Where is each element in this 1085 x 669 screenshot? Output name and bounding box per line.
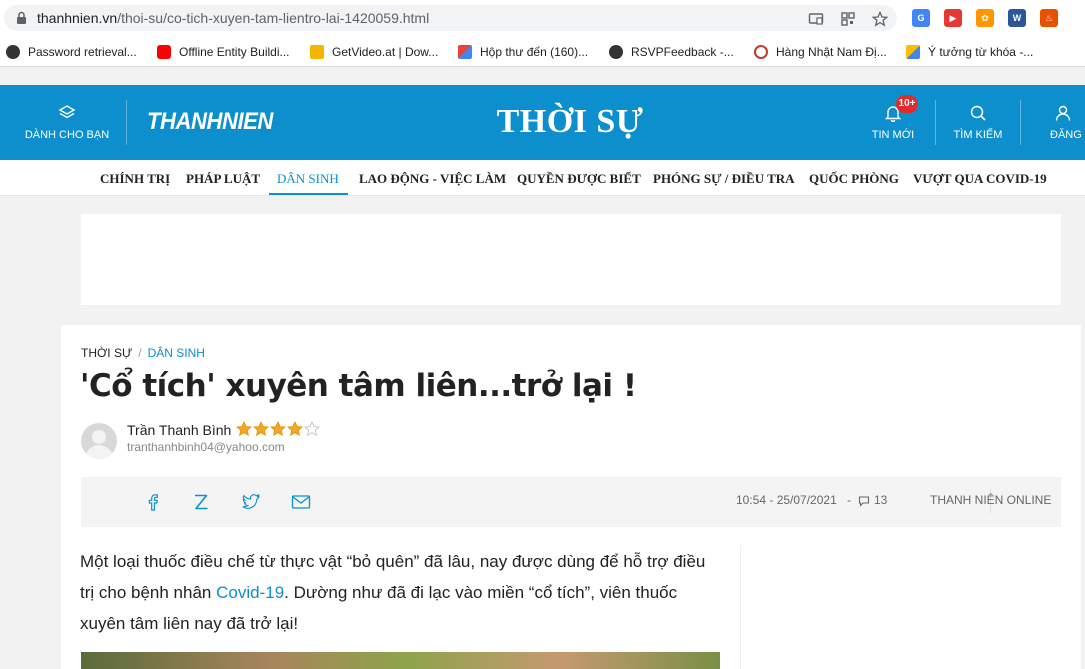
globe-icon xyxy=(609,45,623,59)
cast-icon[interactable] xyxy=(808,11,824,27)
cashback-extension-icon[interactable]: ✿ xyxy=(976,9,994,27)
email-share-icon[interactable] xyxy=(291,493,311,511)
bookmark-star-icon[interactable] xyxy=(872,11,888,27)
getvideo-icon xyxy=(310,45,324,59)
category-lao-dong-viec-lam[interactable]: LAO ĐỘNG - VIỆC LÀM xyxy=(359,171,506,187)
youtube-icon xyxy=(157,45,171,59)
category-quoc-phong[interactable]: QUỐC PHÒNG xyxy=(809,171,899,187)
avatar-placeholder-icon xyxy=(85,430,113,459)
section-title[interactable]: THỜI SỰ xyxy=(0,103,1085,141)
category-dan-sinh[interactable]: DÂN SINH xyxy=(277,171,339,187)
bookmark-item[interactable]: Ý tưởng từ khóa -... xyxy=(906,43,1033,61)
category-quyen-duoc-biet[interactable]: QUYỀN ĐƯỢC BIẾT xyxy=(517,171,641,187)
bookmark-item[interactable]: Hộp thư đến (160)... xyxy=(458,43,588,61)
bookmark-favicon-icon xyxy=(6,45,20,59)
share-bar: 10:54 - 25/07/2021 - 13 THANH NIÊN ONLIN… xyxy=(81,477,1061,527)
breadcrumb-separator: / xyxy=(138,346,142,360)
star-empty-icon xyxy=(304,421,320,437)
star-filled-icon xyxy=(270,421,286,437)
qr-code-icon[interactable] xyxy=(840,11,856,27)
ad-banner[interactable] xyxy=(81,214,1061,305)
shop-icon xyxy=(754,45,768,59)
video-extension-icon[interactable]: ▶ xyxy=(944,9,962,27)
bookmark-label: GetVideo.at | Dow... xyxy=(332,45,439,59)
bookmark-label: RSVPFeedback -... xyxy=(631,45,734,59)
lock-icon[interactable] xyxy=(16,11,27,25)
article-source: THANH NIÊN ONLINE xyxy=(930,493,1052,507)
google-ads-icon xyxy=(906,45,920,59)
publish-datetime: 10:54 - 25/07/2021 xyxy=(736,493,837,507)
article-title: 'Cổ tích' xuyên tâm liên...trở lại ! xyxy=(80,368,637,404)
star-filled-icon xyxy=(236,421,252,437)
comment-count[interactable]: 13 xyxy=(874,493,887,507)
address-bar[interactable]: thanhnien.vn/thoi-su/co-tich-xuyen-tam-l… xyxy=(4,5,897,31)
twitter-icon[interactable] xyxy=(241,493,261,511)
category-vuot-qua-covid[interactable]: VƯỢT QUA COVID-19 xyxy=(913,171,1047,187)
star-filled-icon xyxy=(253,421,269,437)
facebook-icon[interactable] xyxy=(143,493,163,511)
article-summary: Một loại thuốc điều chế từ thực vật “bỏ … xyxy=(80,546,720,639)
author-name[interactable]: Trần Thanh Bình xyxy=(127,422,231,438)
gmail-icon xyxy=(458,45,472,59)
word-extension-icon[interactable]: W xyxy=(1008,9,1026,27)
author-rating xyxy=(236,421,320,437)
bookmark-label: Password retrieval... xyxy=(28,45,137,59)
author-avatar xyxy=(81,423,117,459)
zalo-icon[interactable] xyxy=(191,493,211,511)
sidebar-divider xyxy=(740,545,741,669)
url-host: thanhnien.vn xyxy=(37,10,118,26)
bookmarks-bar: Password retrieval... Offline Entity Bui… xyxy=(0,37,1085,67)
bookmark-label: Hàng Nhật Nam Đị... xyxy=(776,45,887,59)
author-email: tranthanhbinh04@yahoo.com xyxy=(127,440,285,454)
bookmark-item[interactable]: GetVideo.at | Dow... xyxy=(310,43,438,61)
news-count-badge: 10+ xyxy=(896,95,918,113)
fire-extension-icon[interactable]: ♨ xyxy=(1040,9,1058,27)
category-nav: CHÍNH TRỊ PHÁP LUẬT DÂN SINH LAO ĐỘNG - … xyxy=(0,160,1085,196)
browser-toolbar: thanhnien.vn/thoi-su/co-tich-xuyen-tam-l… xyxy=(0,0,1085,37)
category-phap-luat[interactable]: PHÁP LUẬT xyxy=(186,171,260,187)
bookmark-label: Offline Entity Buildi... xyxy=(179,45,290,59)
breadcrumb: THỜI SỰ / DÂN SINH xyxy=(81,346,205,360)
meta-dash: - xyxy=(847,493,851,507)
covid-19-link[interactable]: Covid-19 xyxy=(216,583,284,602)
url-text[interactable]: thanhnien.vn/thoi-su/co-tich-xuyen-tam-l… xyxy=(37,10,429,26)
bookmark-item[interactable]: RSVPFeedback -... xyxy=(609,43,734,61)
bookmark-label: Hộp thư đến (160)... xyxy=(480,45,589,59)
bookmark-item[interactable]: Offline Entity Buildi... xyxy=(157,43,290,61)
article-hero-image[interactable] xyxy=(81,652,720,669)
comment-icon[interactable] xyxy=(858,495,870,507)
breadcrumb-current[interactable]: DÂN SINH xyxy=(148,346,205,360)
bookmark-item[interactable]: Hàng Nhật Nam Đị... xyxy=(754,43,887,61)
breadcrumb-parent[interactable]: THỜI SỰ xyxy=(81,346,132,360)
bookmark-item[interactable]: Password retrieval... xyxy=(6,43,137,61)
category-phong-su-dieu-tra[interactable]: PHÓNG SỰ / ĐIỀU TRA xyxy=(653,171,795,187)
translate-extension-icon[interactable]: G xyxy=(912,9,930,27)
active-category-indicator xyxy=(269,193,348,195)
url-path: /thoi-su/co-tich-xuyen-tam-lientro-lai-1… xyxy=(117,10,430,26)
category-chinh-tri[interactable]: CHÍNH TRỊ xyxy=(100,171,170,187)
star-filled-icon xyxy=(287,421,303,437)
bookmark-label: Ý tưởng từ khóa -... xyxy=(928,45,1034,59)
